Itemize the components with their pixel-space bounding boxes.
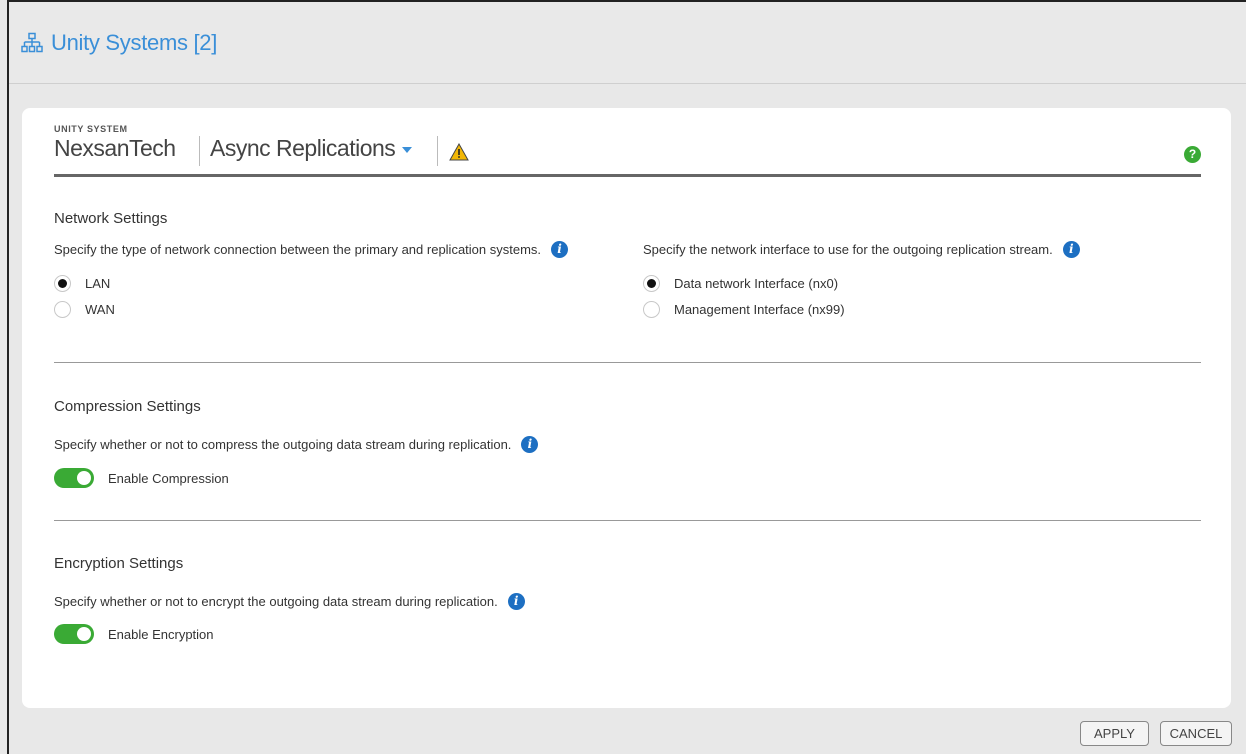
- compression-settings-title: Compression Settings: [54, 398, 201, 415]
- encryption-toggle-label: Enable Encryption: [108, 626, 214, 642]
- warning-icon[interactable]: [449, 142, 469, 161]
- encryption-text: Specify whether or not to encrypt the ou…: [54, 594, 498, 609]
- compression-toggle[interactable]: [54, 468, 94, 488]
- radio-button[interactable]: [643, 301, 660, 318]
- cancel-button[interactable]: CANCEL: [1160, 721, 1232, 746]
- radio-button-selected[interactable]: [54, 275, 71, 292]
- radio-button-selected[interactable]: [643, 275, 660, 292]
- network-settings-title: Network Settings: [54, 210, 168, 227]
- radio-management-interface[interactable]: Management Interface (nx99): [643, 301, 845, 318]
- network-tree-icon: [21, 32, 43, 54]
- help-icon[interactable]: ?: [1184, 146, 1201, 163]
- radio-management-interface-label: Management Interface (nx99): [674, 302, 845, 317]
- info-icon[interactable]: i: [1062, 241, 1080, 258]
- compression-description: Specify whether or not to compress the o…: [54, 436, 539, 453]
- encryption-toggle-row[interactable]: Enable Encryption: [54, 624, 214, 644]
- compression-toggle-row[interactable]: Enable Compression: [54, 468, 229, 488]
- connection-type-description: Specify the type of network connection b…: [54, 241, 569, 258]
- radio-data-interface[interactable]: Data network Interface (nx0): [643, 275, 838, 292]
- radio-wan-label: WAN: [85, 302, 115, 317]
- encryption-settings-title: Encryption Settings: [54, 555, 184, 572]
- compression-toggle-label: Enable Compression: [108, 470, 229, 486]
- section-divider: [54, 520, 1201, 521]
- connection-type-text: Specify the type of network connection b…: [54, 242, 542, 257]
- system-label: UNITY SYSTEM: [54, 124, 128, 134]
- radio-lan-label: LAN: [85, 276, 111, 291]
- header-divider: [437, 136, 438, 166]
- page-selector-dropdown[interactable]: Async Replications: [210, 135, 413, 162]
- radio-lan[interactable]: LAN: [54, 275, 110, 292]
- apply-button[interactable]: APPLY: [1080, 721, 1149, 746]
- chevron-down-icon: [402, 147, 413, 153]
- window-title: Unity Systems [2]: [51, 29, 218, 55]
- interface-text: Specify the network interface to use for…: [643, 242, 1053, 257]
- settings-card: UNITY SYSTEM NexsanTech Async Replicatio…: [22, 108, 1231, 708]
- page-selector-label: Async Replications: [210, 135, 396, 161]
- radio-button[interactable]: [54, 301, 71, 318]
- radio-wan[interactable]: WAN: [54, 301, 115, 318]
- top-bar: Unity Systems [2]: [9, 2, 1246, 84]
- interface-description: Specify the network interface to use for…: [643, 241, 1080, 258]
- system-name: NexsanTech: [54, 135, 176, 161]
- section-divider: [54, 362, 1201, 363]
- info-icon[interactable]: i: [551, 241, 569, 258]
- info-icon[interactable]: i: [507, 593, 525, 610]
- encryption-description: Specify whether or not to encrypt the ou…: [54, 593, 525, 610]
- card-header: UNITY SYSTEM NexsanTech Async Replicatio…: [54, 124, 1201, 177]
- header-divider: [199, 136, 200, 166]
- encryption-toggle[interactable]: [54, 624, 94, 644]
- radio-data-interface-label: Data network Interface (nx0): [674, 276, 839, 291]
- app-frame: Unity Systems [2] UNITY SYSTEM NexsanTec…: [7, 0, 1246, 754]
- info-icon[interactable]: i: [521, 436, 539, 453]
- compression-text: Specify whether or not to compress the o…: [54, 437, 512, 452]
